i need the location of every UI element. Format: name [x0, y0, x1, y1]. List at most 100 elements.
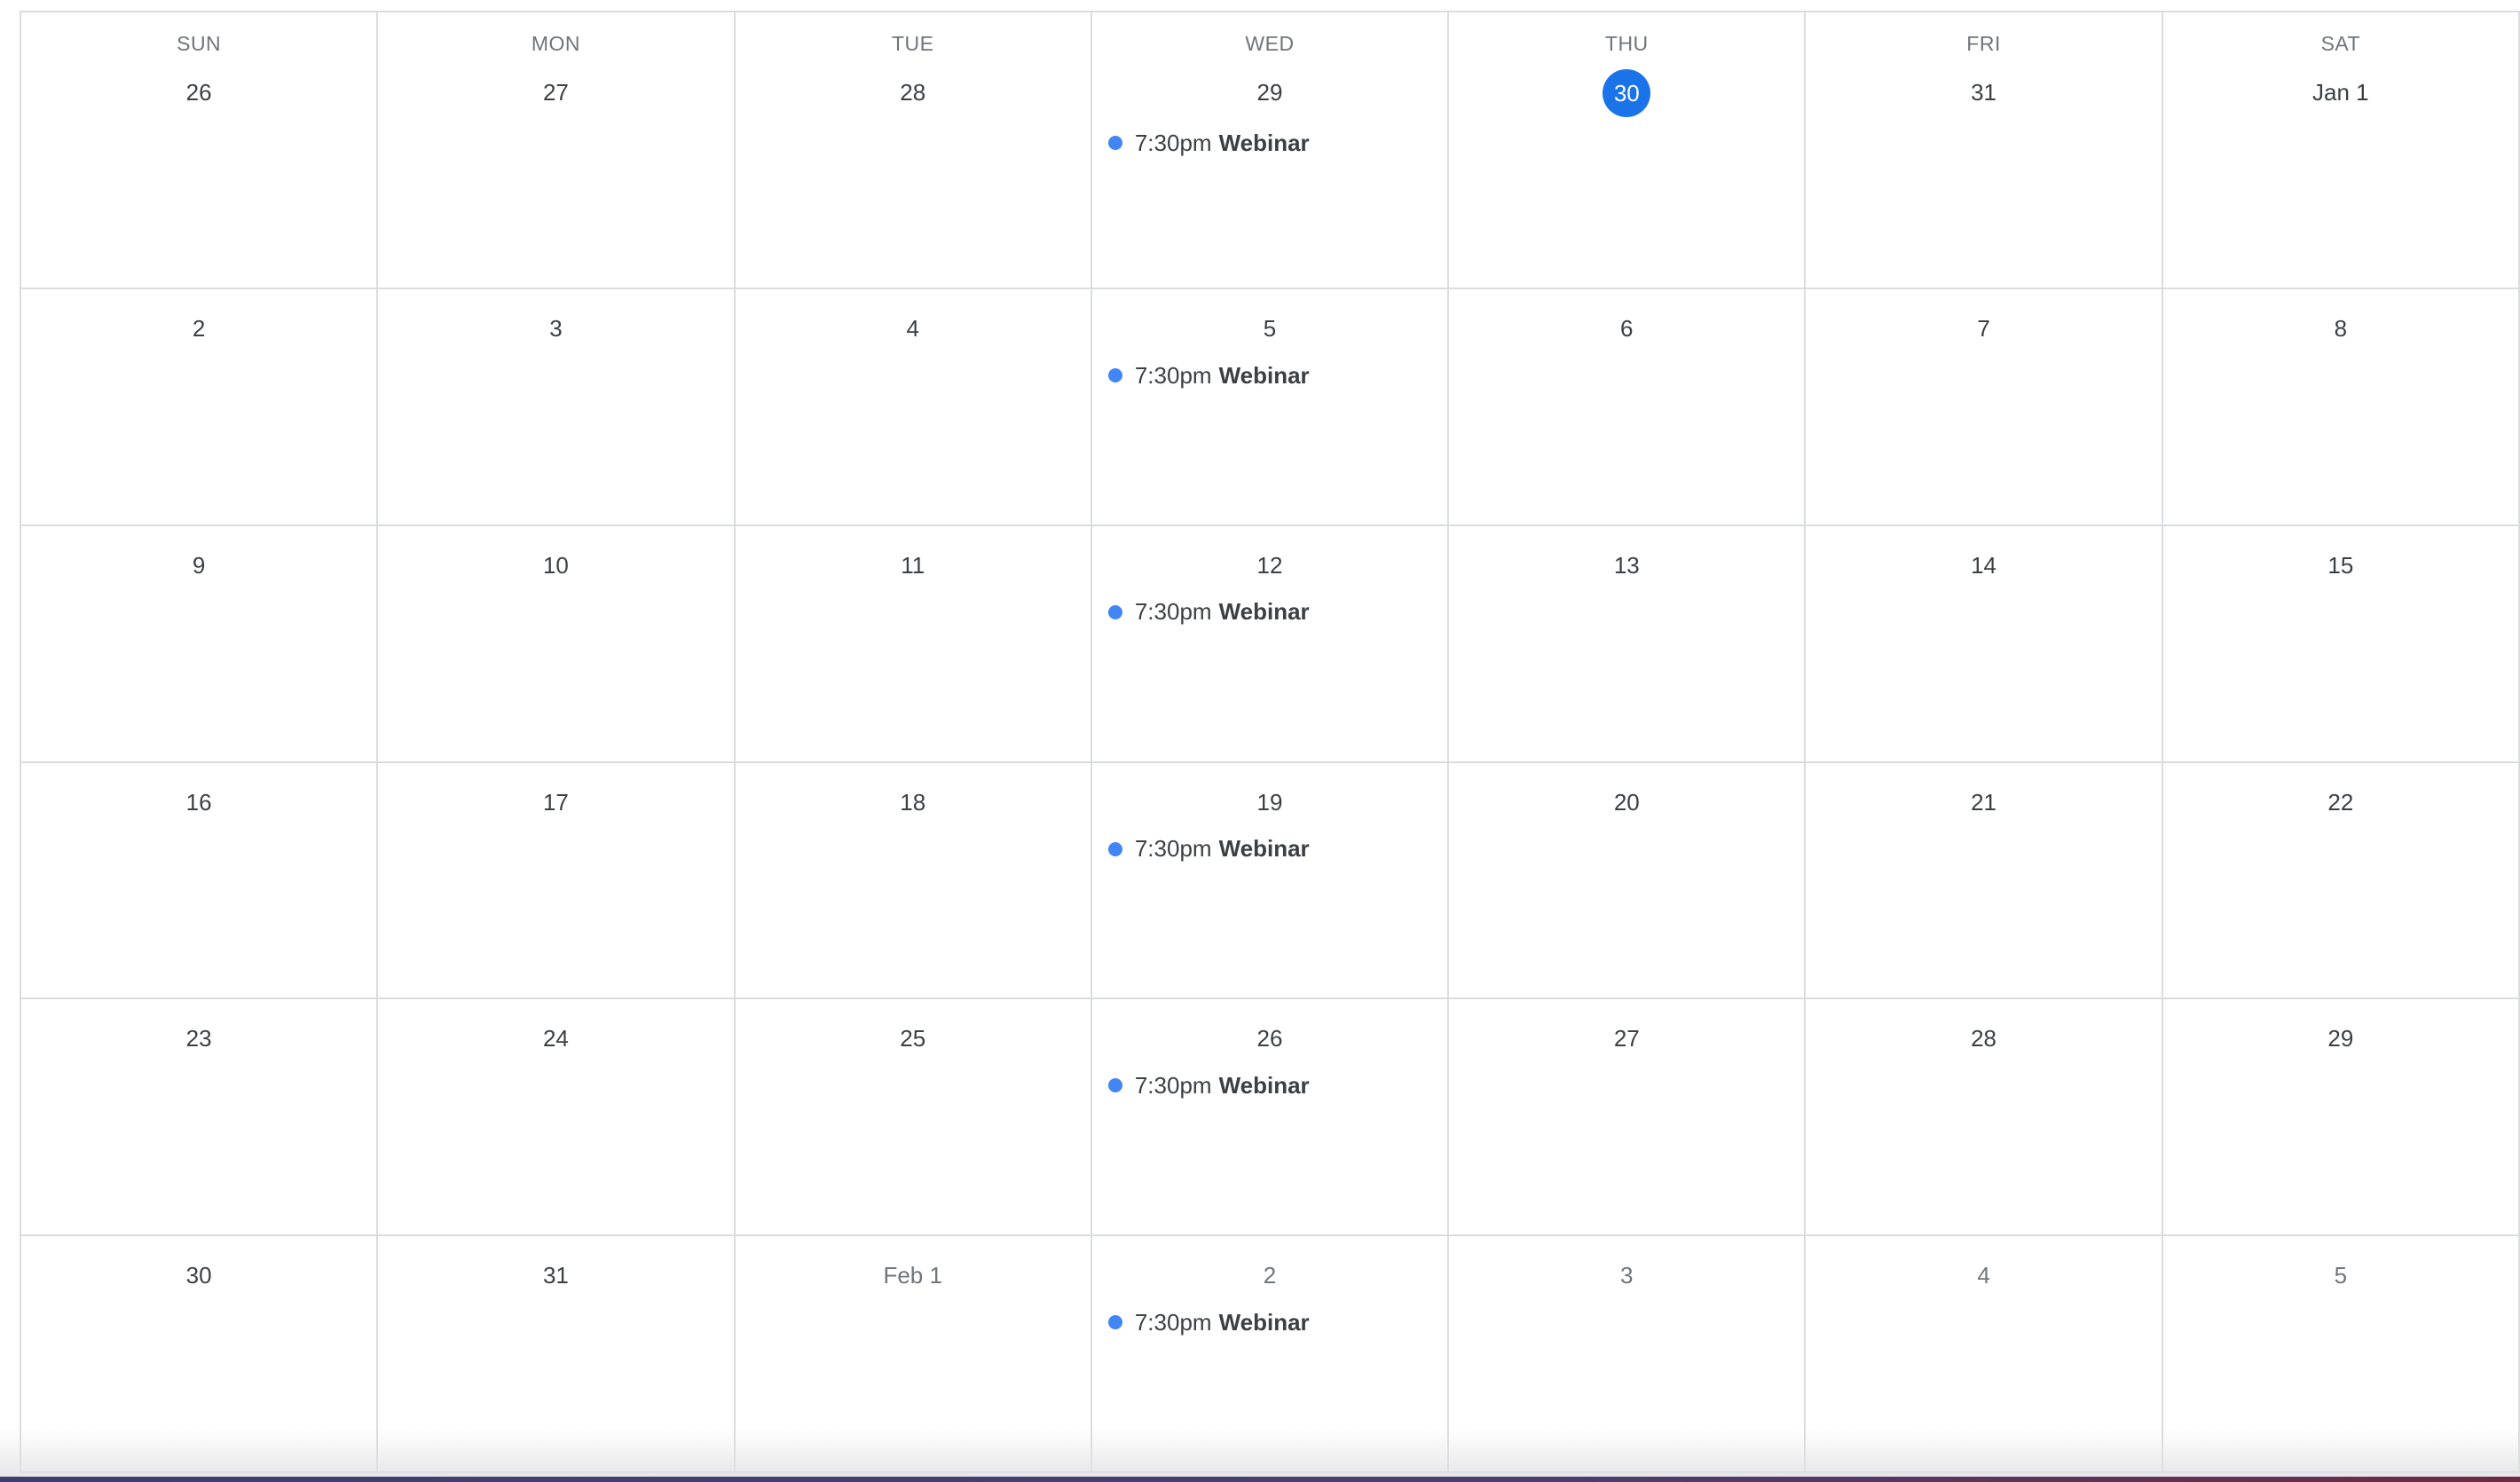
- date-number[interactable]: 3: [1603, 1252, 1650, 1298]
- date-number[interactable]: 24: [532, 1015, 579, 1061]
- date-number[interactable]: 27: [1603, 1015, 1650, 1061]
- day-cell[interactable]: 9: [21, 525, 379, 763]
- day-cell[interactable]: THU 30: [1449, 12, 1807, 289]
- event-title: Webinar: [1218, 361, 1310, 389]
- event-chip[interactable]: 7:30pm Webinar: [1107, 1305, 1438, 1339]
- date-number[interactable]: 12: [1247, 542, 1293, 588]
- day-cell[interactable]: 3: [378, 289, 736, 526]
- date-number[interactable]: 4: [890, 305, 936, 351]
- day-cell[interactable]: 20: [1449, 762, 1807, 1000]
- day-cell[interactable]: FRI 31: [1806, 12, 2163, 289]
- event-chip[interactable]: 7:30pm Webinar: [1107, 359, 1438, 392]
- date-number[interactable]: 4: [1961, 1252, 2007, 1298]
- day-cell[interactable]: 28: [1806, 999, 2163, 1237]
- date-number[interactable]: 28: [890, 69, 936, 115]
- date-number[interactable]: 5: [2318, 1252, 2364, 1298]
- day-cell[interactable]: 22: [2162, 762, 2520, 1000]
- date-number[interactable]: Jan 1: [2312, 69, 2369, 115]
- day-cell[interactable]: 12 7:30pm Webinar: [1091, 525, 1450, 763]
- date-number[interactable]: 27: [532, 69, 579, 115]
- day-cell[interactable]: 18: [735, 762, 1092, 1000]
- day-cell[interactable]: 2 7:30pm Webinar: [1091, 1236, 1450, 1473]
- day-cell[interactable]: 29: [2162, 999, 2520, 1237]
- weekday-header: MON: [531, 32, 580, 55]
- day-cell[interactable]: 17: [378, 762, 736, 1000]
- date-number[interactable]: 17: [532, 779, 579, 825]
- event-time: 7:30pm: [1134, 129, 1212, 156]
- day-cell[interactable]: 10: [378, 525, 736, 763]
- day-cell[interactable]: 26 7:30pm Webinar: [1091, 999, 1450, 1237]
- date-number[interactable]: 16: [176, 779, 222, 825]
- day-cell[interactable]: 21: [1806, 762, 2163, 1000]
- event-time: 7:30pm: [1134, 361, 1212, 389]
- date-number[interactable]: 30: [176, 1252, 222, 1298]
- date-number[interactable]: 20: [1603, 779, 1650, 825]
- date-number[interactable]: 15: [2318, 542, 2364, 588]
- day-cell[interactable]: 15: [2162, 525, 2520, 763]
- date-number[interactable]: 19: [1247, 779, 1293, 825]
- event-title: Webinar: [1218, 598, 1310, 626]
- day-cell[interactable]: 30: [21, 1236, 379, 1473]
- date-number[interactable]: 5: [1247, 305, 1293, 351]
- date-number[interactable]: 29: [2318, 1015, 2364, 1061]
- day-cell[interactable]: 31: [378, 1236, 736, 1473]
- month-grid: SUN 26 MON 27 TUE 28 WED 29 7:30pm Webinar THU 30 FR…: [20, 11, 2520, 1473]
- day-cell[interactable]: 13: [1449, 525, 1807, 763]
- day-cell[interactable]: Feb 1: [735, 1236, 1092, 1473]
- event-title: Webinar: [1218, 129, 1310, 156]
- today-date-number[interactable]: 30: [1603, 69, 1651, 117]
- day-cell[interactable]: 11: [735, 525, 1092, 763]
- day-cell[interactable]: WED 29 7:30pm Webinar: [1091, 12, 1450, 289]
- day-cell[interactable]: 19 7:30pm Webinar: [1091, 762, 1450, 1000]
- day-cell[interactable]: 7: [1806, 289, 2163, 526]
- date-number[interactable]: 11: [890, 542, 936, 588]
- date-number[interactable]: 26: [1247, 1015, 1293, 1061]
- event-chip[interactable]: 7:30pm Webinar: [1107, 1068, 1438, 1102]
- date-number[interactable]: 9: [176, 542, 222, 588]
- day-cell[interactable]: 4: [1806, 1236, 2163, 1473]
- date-number[interactable]: 18: [890, 779, 936, 825]
- date-number[interactable]: 6: [1603, 305, 1650, 351]
- day-cell[interactable]: 5: [2162, 1236, 2520, 1473]
- day-cell[interactable]: 8: [2162, 289, 2520, 526]
- day-cell[interactable]: MON 27: [378, 12, 736, 289]
- date-number[interactable]: 7: [1961, 305, 2007, 351]
- day-cell[interactable]: 25: [735, 999, 1092, 1237]
- date-number[interactable]: Feb 1: [883, 1252, 942, 1298]
- date-number[interactable]: 26: [176, 69, 222, 115]
- day-cell[interactable]: 24: [378, 999, 736, 1237]
- date-number[interactable]: 28: [1961, 1015, 2007, 1061]
- date-number[interactable]: 31: [1961, 69, 2007, 115]
- date-number[interactable]: 23: [176, 1015, 222, 1061]
- date-number[interactable]: 10: [532, 542, 579, 588]
- date-number[interactable]: 29: [1247, 69, 1293, 115]
- day-cell[interactable]: 23: [21, 999, 379, 1237]
- day-cell[interactable]: 2: [21, 289, 379, 526]
- day-cell[interactable]: 4: [735, 289, 1092, 526]
- date-number[interactable]: 21: [1961, 779, 2007, 825]
- event-time: 7:30pm: [1134, 1308, 1212, 1336]
- event-chip[interactable]: 7:30pm Webinar: [1107, 832, 1438, 866]
- date-number[interactable]: 25: [890, 1015, 936, 1061]
- date-number[interactable]: 2: [1247, 1252, 1293, 1298]
- event-dot-icon: [1107, 1315, 1122, 1330]
- event-dot-icon: [1107, 841, 1122, 856]
- day-cell[interactable]: 5 7:30pm Webinar: [1091, 289, 1450, 526]
- day-cell[interactable]: SUN 26: [21, 12, 379, 289]
- event-chip[interactable]: 7:30pm Webinar: [1107, 126, 1438, 160]
- day-cell[interactable]: TUE 28: [735, 12, 1092, 289]
- day-cell[interactable]: 3: [1449, 1236, 1807, 1473]
- date-number[interactable]: 22: [2318, 779, 2364, 825]
- day-cell[interactable]: 6: [1449, 289, 1807, 526]
- date-number[interactable]: 13: [1603, 542, 1650, 588]
- date-number[interactable]: 3: [532, 305, 579, 351]
- day-cell[interactable]: 27: [1449, 999, 1807, 1237]
- event-chip[interactable]: 7:30pm Webinar: [1107, 595, 1438, 629]
- date-number[interactable]: 8: [2318, 305, 2364, 351]
- date-number[interactable]: 31: [532, 1252, 579, 1298]
- day-cell[interactable]: SAT Jan 1: [2162, 12, 2520, 289]
- date-number[interactable]: 2: [176, 305, 222, 351]
- date-number[interactable]: 14: [1961, 542, 2007, 588]
- day-cell[interactable]: 16: [21, 762, 379, 1000]
- day-cell[interactable]: 14: [1806, 525, 2163, 763]
